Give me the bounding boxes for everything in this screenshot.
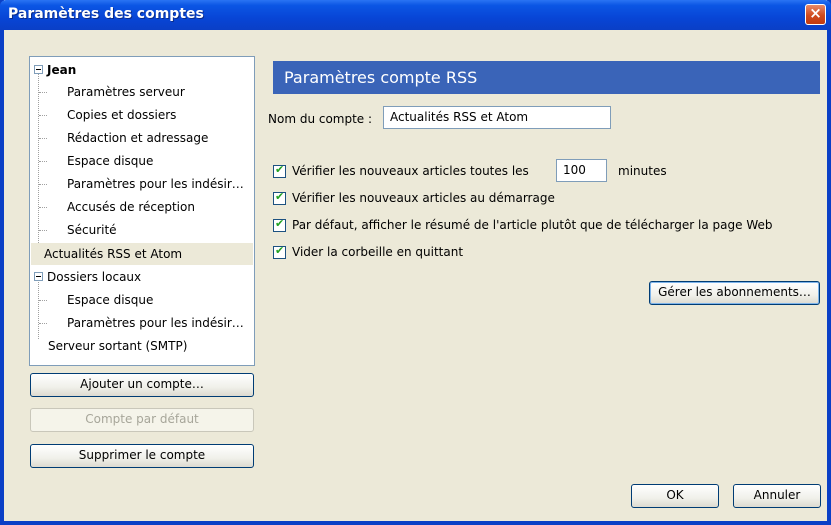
check-startup-label: Vérifier les nouveaux articles au démarr… — [292, 191, 555, 205]
panel-header: Paramètres compte RSS — [273, 61, 820, 94]
tree-item-label: Espace disque — [67, 293, 154, 307]
manage-subscriptions-button[interactable]: Gérer les abonnements… — [649, 281, 820, 305]
check-interval-input[interactable]: 100 — [556, 159, 607, 182]
collapse-icon[interactable] — [34, 272, 43, 281]
window-title: Paramètres des comptes — [8, 6, 204, 22]
empty-trash-label: Vider la corbeille en quittant — [292, 245, 464, 259]
tree-item-label: Actualités RSS et Atom — [44, 247, 183, 261]
collapse-icon[interactable] — [34, 65, 43, 74]
tree-item-label: Espace disque — [67, 154, 154, 168]
tree-branch — [39, 300, 47, 301]
tree-item-local-junk[interactable]: Paramètres pour les indésir… — [67, 312, 244, 334]
check-startup-checkbox[interactable] — [273, 190, 286, 205]
tree-branch — [39, 184, 47, 185]
ok-button[interactable]: OK — [631, 484, 719, 508]
tree-item-rss-atom[interactable]: Actualités RSS et Atom — [31, 243, 253, 265]
tree-item-label: Paramètres pour les indésir… — [67, 316, 244, 330]
tree-branch — [39, 230, 47, 231]
tree-item-label: Copies et dossiers — [67, 108, 177, 122]
tree-branch — [39, 161, 47, 162]
tree-item-composition[interactable]: Rédaction et adressage — [67, 127, 208, 149]
tree-branch — [39, 323, 47, 324]
tree-item-label: Jean — [47, 63, 77, 77]
account-name-input[interactable]: Actualités RSS et Atom — [383, 106, 611, 129]
check-new-articles-label: Vérifier les nouveaux articles toutes le… — [292, 164, 529, 178]
tree-item-receipts[interactable]: Accusés de réception — [67, 196, 195, 218]
check-new-articles-checkbox[interactable] — [273, 163, 286, 178]
tree-item-disk-space[interactable]: Espace disque — [67, 150, 153, 172]
minutes-label: minutes — [618, 164, 667, 178]
account-settings-window: Paramètres des comptes × Jean Paramètres… — [0, 0, 831, 525]
tree-item-label: Paramètres serveur — [67, 85, 185, 99]
tree-item-smtp[interactable]: Serveur sortant (SMTP) — [48, 335, 187, 357]
tree-branch — [39, 138, 47, 139]
account-tree[interactable]: Jean Paramètres serveur Copies et dossie… — [29, 56, 255, 366]
tree-branch — [39, 92, 47, 93]
cancel-button[interactable]: Annuler — [733, 484, 821, 508]
tree-item-label: Sécurité — [67, 223, 117, 237]
tree-item-local-disk-space[interactable]: Espace disque — [67, 289, 153, 311]
tree-item-security[interactable]: Sécurité — [67, 219, 117, 241]
tree-item-label: Serveur sortant (SMTP) — [48, 339, 188, 353]
tree-item-junk-settings[interactable]: Paramètres pour les indésir… — [67, 173, 244, 195]
tree-item-label: Rédaction et adressage — [67, 131, 209, 145]
close-icon: × — [809, 4, 822, 22]
delete-account-button[interactable]: Supprimer le compte — [30, 444, 254, 468]
tree-item-label: Accusés de réception — [67, 200, 195, 214]
show-summary-checkbox[interactable] — [273, 217, 286, 232]
account-name-label: Nom du compte : — [268, 112, 373, 126]
tree-branch — [39, 207, 47, 208]
tree-item-server-settings[interactable]: Paramètres serveur — [67, 81, 185, 103]
title-bar[interactable]: Paramètres des comptes × — [0, 0, 831, 30]
tree-item-label: Paramètres pour les indésir… — [67, 177, 244, 191]
show-summary-label: Par défaut, afficher le résumé de l'arti… — [292, 218, 773, 232]
tree-item-label: Dossiers locaux — [47, 270, 142, 284]
default-account-button[interactable]: Compte par défaut — [30, 408, 254, 432]
tree-item-copies-folders[interactable]: Copies et dossiers — [67, 104, 176, 126]
close-button[interactable]: × — [805, 4, 826, 25]
panel-title: Paramètres compte RSS — [284, 68, 478, 87]
tree-connector — [38, 279, 39, 339]
tree-connector — [38, 73, 39, 247]
empty-trash-checkbox[interactable] — [273, 244, 286, 259]
add-account-button[interactable]: Ajouter un compte… — [30, 373, 254, 397]
tree-branch — [39, 115, 47, 116]
